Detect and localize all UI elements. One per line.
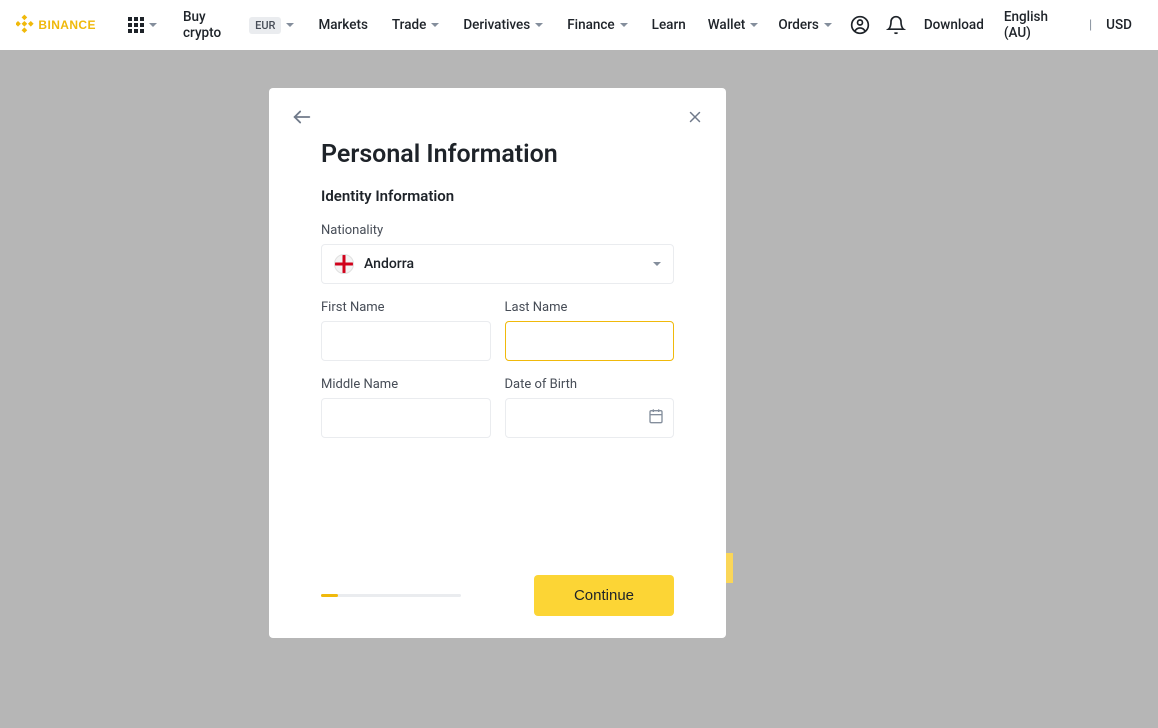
last-name-label: Last Name bbox=[505, 300, 675, 315]
progress-fill bbox=[321, 594, 338, 597]
nav-trade[interactable]: Trade bbox=[380, 17, 451, 33]
divider: | bbox=[1085, 18, 1096, 33]
middle-name-label: Middle Name bbox=[321, 377, 491, 392]
nav-orders[interactable]: Orders bbox=[768, 17, 842, 33]
chevron-down-icon bbox=[431, 23, 439, 27]
chevron-down-icon bbox=[286, 23, 294, 27]
nav-wallet[interactable]: Wallet bbox=[698, 17, 769, 33]
nav-learn[interactable]: Learn bbox=[640, 17, 698, 33]
nav-derivatives[interactable]: Derivatives bbox=[451, 17, 555, 33]
nav-label: Derivatives bbox=[463, 17, 530, 33]
nav-language[interactable]: English (AU) bbox=[994, 9, 1085, 41]
nav-right-group: Wallet Orders Download English (AU) | US… bbox=[698, 9, 1142, 41]
nav-markets[interactable]: Markets bbox=[306, 17, 379, 33]
bell-icon[interactable] bbox=[878, 15, 914, 35]
chevron-down-icon bbox=[535, 23, 543, 27]
nav-label: Finance bbox=[567, 17, 614, 33]
dob-input[interactable] bbox=[505, 398, 675, 438]
binance-logo[interactable]: BINANCE bbox=[16, 14, 112, 36]
first-name-label: First Name bbox=[321, 300, 491, 315]
svg-text:BINANCE: BINANCE bbox=[38, 18, 95, 32]
nav-label: Orders bbox=[778, 17, 819, 33]
modal-topbar bbox=[291, 106, 704, 128]
nationality-select[interactable]: Andorra bbox=[321, 244, 674, 284]
nav-label: Trade bbox=[392, 17, 426, 33]
modal-content: Personal Information Identity Informatio… bbox=[291, 140, 704, 575]
apps-grid-icon[interactable] bbox=[128, 17, 157, 33]
chevron-down-icon bbox=[750, 23, 758, 27]
nav-fiat[interactable]: USD bbox=[1096, 17, 1142, 33]
continue-button[interactable]: Continue bbox=[534, 575, 674, 616]
nav-finance[interactable]: Finance bbox=[555, 17, 639, 33]
close-icon[interactable] bbox=[686, 108, 704, 126]
middle-dob-row: Middle Name Date of Birth bbox=[321, 377, 674, 438]
chevron-down-icon bbox=[824, 23, 832, 27]
background-button-edge bbox=[726, 553, 733, 583]
dob-label: Date of Birth bbox=[505, 377, 675, 392]
currency-badge: EUR bbox=[249, 17, 281, 34]
middle-name-input[interactable] bbox=[321, 398, 491, 438]
top-navigation: BINANCE Buy crypto EUR Markets Trade Der… bbox=[0, 0, 1158, 50]
last-name-input[interactable] bbox=[505, 321, 675, 361]
progress-bar bbox=[321, 594, 461, 597]
modal-footer: Continue bbox=[291, 575, 704, 616]
back-arrow-icon[interactable] bbox=[291, 106, 313, 128]
name-row: First Name Last Name bbox=[321, 300, 674, 361]
section-title: Identity Information bbox=[321, 187, 674, 205]
nav-buy-crypto[interactable]: Buy crypto EUR bbox=[171, 9, 306, 41]
nav-label: Buy crypto bbox=[183, 9, 243, 41]
chevron-down-icon bbox=[653, 262, 661, 266]
nav-left-group: Buy crypto EUR Markets Trade Derivatives… bbox=[171, 9, 698, 41]
personal-info-modal: Personal Information Identity Informatio… bbox=[269, 88, 726, 638]
user-icon[interactable] bbox=[842, 15, 878, 35]
nav-download[interactable]: Download bbox=[914, 17, 994, 33]
nationality-value: Andorra bbox=[364, 256, 653, 272]
modal-title: Personal Information bbox=[321, 140, 674, 169]
flag-icon bbox=[334, 254, 354, 274]
nav-label: Wallet bbox=[708, 17, 746, 33]
chevron-down-icon bbox=[620, 23, 628, 27]
first-name-input[interactable] bbox=[321, 321, 491, 361]
nationality-label: Nationality bbox=[321, 223, 674, 238]
